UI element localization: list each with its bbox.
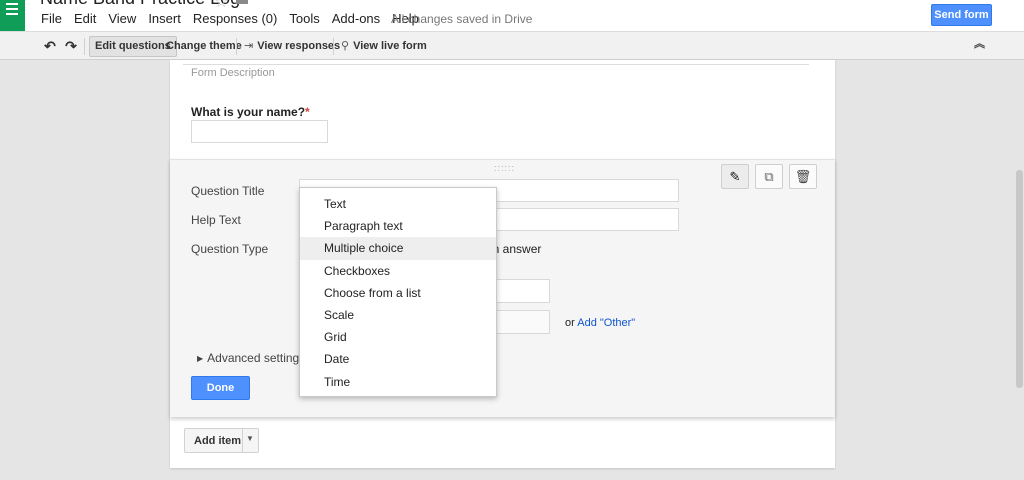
question-1-input[interactable] xyxy=(191,120,328,143)
menu-responses[interactable]: Responses (0) xyxy=(193,11,278,26)
menu-view[interactable]: View xyxy=(108,11,136,26)
view-responses-button[interactable]: ⇥ View responses xyxy=(244,36,340,57)
live-form-icon: ⚲ xyxy=(341,40,350,52)
done-button[interactable]: Done xyxy=(191,376,250,400)
undo-icon[interactable]: ↶ xyxy=(42,36,58,57)
change-theme-button[interactable]: Change theme xyxy=(166,36,242,57)
add-other-link[interactable]: Add "Other" xyxy=(577,317,635,329)
add-other-option: or Add "Other" xyxy=(565,317,635,329)
description-divider xyxy=(183,64,809,65)
question-1-text: What is your name? xyxy=(191,105,306,119)
delete-icon[interactable]: 🗑 xyxy=(789,164,817,189)
view-live-form-button[interactable]: ⚲ View live form xyxy=(341,36,427,57)
question-type-label: Question Type xyxy=(191,242,269,256)
toolbar-divider xyxy=(84,38,85,55)
question-title-label: Question Title xyxy=(191,184,265,198)
collapse-up-icon[interactable]: ︽ xyxy=(974,35,985,51)
advanced-settings-toggle[interactable]: ▶ Advanced settings xyxy=(197,351,305,365)
drag-handle-icon[interactable]: :::::: xyxy=(494,163,515,173)
chevron-down-icon[interactable]: ▼ xyxy=(246,434,254,443)
page-scrollbar[interactable] xyxy=(1016,170,1023,388)
send-form-button[interactable]: Send form xyxy=(931,4,992,26)
question-type-dropdown[interactable]: Text Paragraph text Multiple choice Chec… xyxy=(299,187,497,397)
forms-app-icon[interactable] xyxy=(0,0,25,31)
advanced-settings-label: Advanced settings xyxy=(207,351,306,365)
question-1-title: What is your name?* xyxy=(191,105,310,119)
add-item-button[interactable]: Add item ▼ xyxy=(184,428,259,453)
top-menu-bar: Name Band Practice Log ☆ File Edit View … xyxy=(0,0,1024,31)
view-responses-label: View responses xyxy=(257,40,341,52)
document-title[interactable]: Name Band Practice Log xyxy=(40,0,240,9)
question-type-option-choose-from-list[interactable]: Choose from a list xyxy=(300,282,496,304)
redo-icon[interactable]: ↷ xyxy=(63,36,79,57)
duplicate-icon[interactable]: ⧉ xyxy=(755,164,783,189)
add-item-label: Add item xyxy=(194,435,242,447)
or-text: or xyxy=(565,317,575,329)
menu-file[interactable]: File xyxy=(41,11,62,26)
toolbar: ↶ ↷ Edit questions Change theme ⇥ View re… xyxy=(0,31,1024,60)
question-type-option-date[interactable]: Date xyxy=(300,348,496,370)
option-1-input[interactable] xyxy=(489,279,550,303)
edit-questions-button[interactable]: Edit questions xyxy=(89,36,177,57)
folder-icon[interactable] xyxy=(236,0,248,4)
menu-tools[interactable]: Tools xyxy=(289,11,319,26)
question-type-option-checkboxes[interactable]: Checkboxes xyxy=(300,260,496,282)
toolbar-divider xyxy=(333,38,334,55)
option-2-input[interactable] xyxy=(489,310,550,334)
view-live-form-label: View live form xyxy=(353,40,427,52)
export-icon: ⇥ xyxy=(244,40,254,52)
question-type-option-scale[interactable]: Scale xyxy=(300,304,496,326)
add-item-divider xyxy=(242,429,243,452)
question-type-option-time[interactable]: Time xyxy=(300,371,496,393)
edit-icon[interactable]: ✎ xyxy=(721,164,749,189)
required-asterisk: * xyxy=(305,105,310,119)
menu-add-ons[interactable]: Add-ons xyxy=(332,11,380,26)
question-type-option-grid[interactable]: Grid xyxy=(300,326,496,348)
form-description-field[interactable]: Form Description xyxy=(191,67,275,79)
help-text-label: Help Text xyxy=(191,213,241,227)
menu-edit[interactable]: Edit xyxy=(74,11,96,26)
toolbar-divider xyxy=(236,38,237,55)
question-type-option-paragraph-text[interactable]: Paragraph text xyxy=(300,215,496,237)
question-type-option-text[interactable]: Text xyxy=(300,193,496,215)
save-status: All changes saved in Drive xyxy=(391,12,533,26)
menu-insert[interactable]: Insert xyxy=(148,11,181,26)
expand-triangle-icon: ▶ xyxy=(197,354,204,363)
menu-bar: File Edit View Insert Responses (0) Tool… xyxy=(41,11,431,26)
question-type-option-multiple-choice[interactable]: Multiple choice xyxy=(300,237,496,260)
